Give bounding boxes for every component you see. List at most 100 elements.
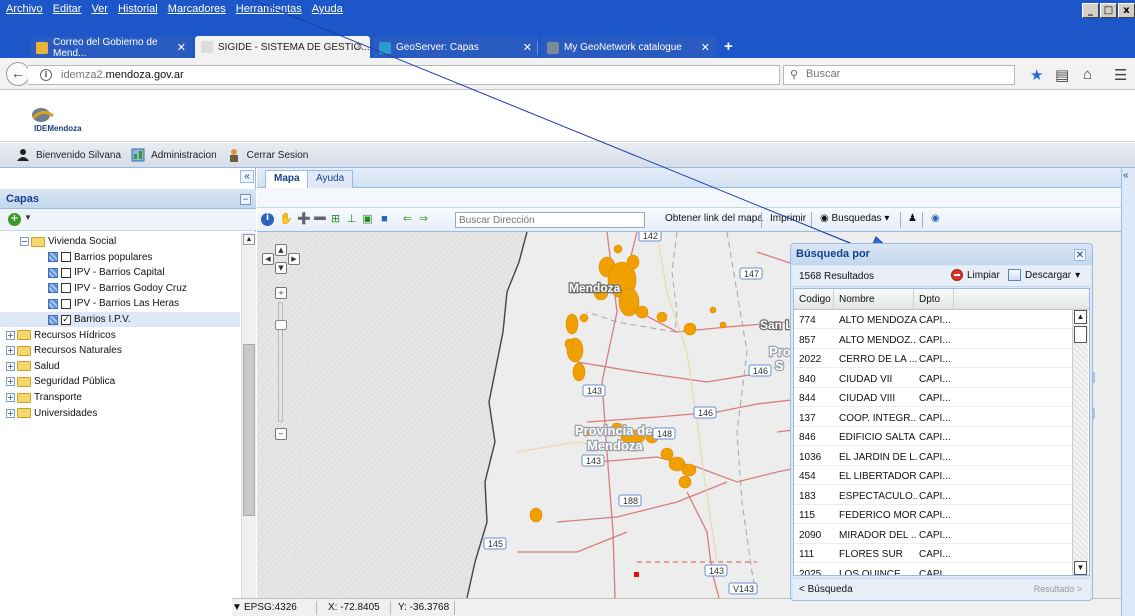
bookmarks-library-icon[interactable]: ▤	[1055, 66, 1069, 84]
expand-node-icon[interactable]: +	[6, 346, 15, 356]
tree-item[interactable]: − Vivienda Social	[20, 234, 116, 249]
menu-item-archivo[interactable]: Archivo	[6, 3, 43, 15]
next-result-button[interactable]: Resultado >	[1034, 584, 1082, 594]
results-scrollbar[interactable]: ▲ ▼	[1072, 310, 1088, 575]
expand-node-icon[interactable]: +	[6, 330, 15, 340]
table-row[interactable]: 2022 CERRO DE LA ... CAPI...	[794, 350, 1072, 368]
print-button[interactable]: Imprimir	[770, 213, 806, 224]
table-row[interactable]: 774 ALTO MENDOZA I CAPI...	[794, 311, 1072, 329]
tab-mapa[interactable]: Mapa	[265, 170, 309, 188]
zoom-in-tool-icon[interactable]: ➕	[297, 213, 311, 226]
menu-item-ayuda[interactable]: Ayuda	[312, 3, 343, 15]
tab-close-icon[interactable]: ✕	[523, 41, 532, 54]
pan-west-icon[interactable]: ◀	[262, 253, 274, 265]
tab-close-icon[interactable]: ✕	[177, 41, 186, 54]
layers-tree-scrollbar[interactable]: ▲	[241, 232, 256, 616]
pan-east-icon[interactable]: ▶	[288, 253, 300, 265]
maximize-button[interactable]: □	[1100, 3, 1117, 18]
tab-close-icon[interactable]: ✕	[355, 40, 364, 53]
browser-tab-geonetwork[interactable]: My GeoNetwork catalogue ✕	[541, 37, 716, 58]
tab-ayuda[interactable]: Ayuda	[307, 170, 354, 188]
pan-north-icon[interactable]: ▲	[275, 244, 287, 256]
tree-item[interactable]: + Recursos Hídricos	[6, 328, 116, 343]
column-dpto[interactable]: Dpto	[914, 289, 954, 310]
tree-item[interactable]: + Universidades	[6, 406, 97, 421]
clear-button[interactable]: Limpiar	[951, 269, 1000, 281]
table-row[interactable]: 846 EDIFICIO SALTA CAPI...	[794, 428, 1072, 446]
table-row[interactable]: 844 CIUDAD VIII CAPI...	[794, 389, 1072, 407]
tree-item[interactable]: + Transporte	[6, 390, 82, 405]
add-layer-icon[interactable]: +	[8, 213, 21, 226]
previous-extent-icon[interactable]: ⇐	[401, 213, 414, 226]
table-row[interactable]: 2025 LOS QUINCE CAPI...	[794, 565, 1072, 576]
column-codigo[interactable]: Codigo	[794, 289, 834, 310]
bookmark-star-icon[interactable]: ★	[1030, 66, 1043, 84]
results-title[interactable]: Búsqueda por	[791, 244, 1092, 265]
table-row[interactable]: 1036 EL JARDIN DE L... CAPI...	[794, 448, 1072, 466]
menu-item-editar[interactable]: Editar	[53, 3, 82, 15]
tree-item[interactable]: Barrios populares	[48, 250, 152, 265]
admin-link[interactable]: Administracion	[131, 148, 217, 162]
expand-node-icon[interactable]: +	[6, 361, 15, 371]
scroll-thumb[interactable]	[243, 344, 255, 516]
expand-node-icon[interactable]: +	[6, 408, 15, 418]
zoom-slider-thumb[interactable]	[275, 320, 287, 330]
tree-item[interactable]: IPV - Barrios Las Heras	[48, 296, 179, 311]
chevron-down-icon[interactable]: ▼	[24, 213, 32, 222]
table-row[interactable]: 857 ALTO MENDOZ... CAPI...	[794, 331, 1072, 349]
info-tool-icon[interactable]: i	[261, 213, 274, 226]
zoom-in-icon[interactable]: +	[275, 287, 287, 299]
menu-item-marcadores[interactable]: Marcadores	[168, 3, 226, 15]
scroll-thumb[interactable]	[1074, 326, 1087, 343]
tree-item[interactable]: ✓ Barrios I.P.V.	[0, 312, 240, 327]
browser-tab-correo[interactable]: Correo del Gobierno de Mend... ✕	[30, 37, 192, 59]
menu-item-historial[interactable]: Historial	[118, 3, 158, 15]
browser-search-bar[interactable]: ⚲	[783, 65, 1015, 85]
expand-node-icon[interactable]: +	[6, 377, 15, 387]
hamburger-menu-icon[interactable]: ☰	[1114, 66, 1127, 84]
back-arrow-icon[interactable]: ←	[6, 62, 30, 86]
table-row[interactable]: 840 CIUDAD VII CAPI...	[794, 370, 1072, 388]
minimize-button[interactable]: _	[1082, 3, 1099, 18]
searches-menu[interactable]: ◉ Busquedas ▾	[820, 213, 889, 224]
column-nombre[interactable]: Nombre	[834, 289, 914, 310]
browser-tab-sigide[interactable]: SIGIDE - SISTEMA DE GESTIO... ✕	[195, 36, 370, 58]
tree-item[interactable]: + Recursos Naturales	[6, 343, 122, 358]
layer-checkbox[interactable]	[61, 298, 71, 309]
layer-checkbox[interactable]: ✓	[61, 314, 71, 325]
home-icon[interactable]: ⌂	[1083, 66, 1092, 83]
url-bar[interactable]: i idemza2.mendoza.gov.ar ↻	[28, 65, 799, 85]
collapse-node-icon[interactable]: −	[20, 237, 29, 246]
zoom-out-tool-icon[interactable]: ➖	[313, 213, 327, 226]
table-row[interactable]: 111 FLORES SUR CAPI...	[794, 545, 1072, 563]
collapse-west-icon[interactable]: «	[240, 170, 254, 183]
table-row[interactable]: 183 ESPECTACULO... CAPI...	[794, 487, 1072, 505]
scroll-up-icon[interactable]: ▲	[1074, 310, 1087, 324]
tab-close-icon[interactable]: ✕	[701, 41, 710, 54]
browser-search-input[interactable]	[806, 68, 996, 80]
menu-item-ver[interactable]: Ver	[91, 3, 108, 15]
east-panel-collapsed[interactable]: «	[1121, 168, 1135, 616]
person-tool-icon[interactable]: ♟	[908, 213, 917, 224]
pan-south-icon[interactable]: ▼	[275, 262, 287, 274]
layer-checkbox[interactable]	[61, 252, 71, 263]
table-row[interactable]: 2090 MIRADOR DEL ... CAPI...	[794, 526, 1072, 544]
logout-link[interactable]: Cerrar Sesion	[227, 148, 308, 162]
layer-checkbox[interactable]	[61, 267, 71, 278]
download-button[interactable]: Descargar ▾	[1008, 269, 1080, 281]
browser-tab-geoserver[interactable]: GeoServer: Capas ✕	[373, 37, 538, 58]
scroll-up-icon[interactable]: ▲	[243, 234, 255, 245]
layer-checkbox[interactable]	[61, 283, 71, 294]
close-window-button[interactable]: x	[1118, 3, 1135, 18]
globe-tool-icon[interactable]: ◉	[931, 213, 940, 224]
ide-mendoza-logo[interactable]: IDEMendoza	[26, 106, 96, 136]
projection-dropdown-icon[interactable]: ▼	[232, 602, 242, 613]
pan-hand-icon[interactable]: ✋	[279, 213, 293, 226]
new-tab-button[interactable]: +	[724, 38, 733, 55]
zoom-extent-icon[interactable]: ⊞	[329, 213, 342, 226]
select-box-icon[interactable]: ■	[378, 213, 391, 226]
expand-east-icon[interactable]: «	[1123, 170, 1129, 181]
previous-search-button[interactable]: < Búsqueda	[799, 584, 853, 595]
address-search-input[interactable]	[455, 212, 645, 228]
tree-item[interactable]: IPV - Barrios Capital	[48, 265, 165, 280]
